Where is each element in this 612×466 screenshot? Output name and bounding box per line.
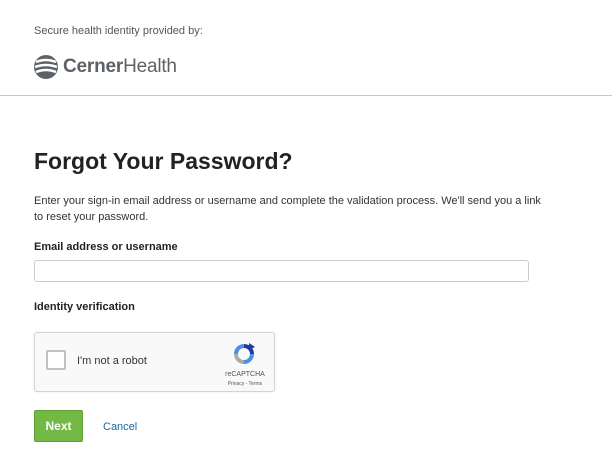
recaptcha-checkbox-label: I'm not a robot (77, 355, 147, 367)
logo-text-light: Health (123, 56, 177, 77)
identity-verification-label: Identity verification (34, 301, 135, 313)
page-title: Forgot Your Password? (34, 148, 293, 174)
next-button[interactable]: Next (34, 410, 83, 442)
cerner-health-logo: CernerHealth (33, 54, 177, 80)
provided-by-text: Secure health identity provided by: (34, 25, 203, 37)
cerner-logo-icon (34, 55, 58, 79)
logo-text-bold: Cerner (63, 56, 124, 77)
recaptcha-privacy-terms-links[interactable]: Privacy - Terms (215, 381, 275, 387)
email-field[interactable] (34, 260, 529, 282)
cancel-link[interactable]: Cancel (103, 421, 137, 433)
header: Secure health identity provided by: Cern… (0, 0, 612, 96)
recaptcha-brand: reCAPTCHA (225, 371, 265, 378)
recaptcha-logo-icon (234, 343, 255, 364)
recaptcha-checkbox[interactable] (46, 350, 66, 370)
page-description: Enter your sign-in email address or user… (34, 195, 541, 223)
email-label: Email address or username (34, 241, 178, 253)
logo-text: CernerHealth (63, 56, 177, 78)
recaptcha-widget: I'm not a robot reCAPTCHA Privacy - Term… (34, 332, 275, 392)
